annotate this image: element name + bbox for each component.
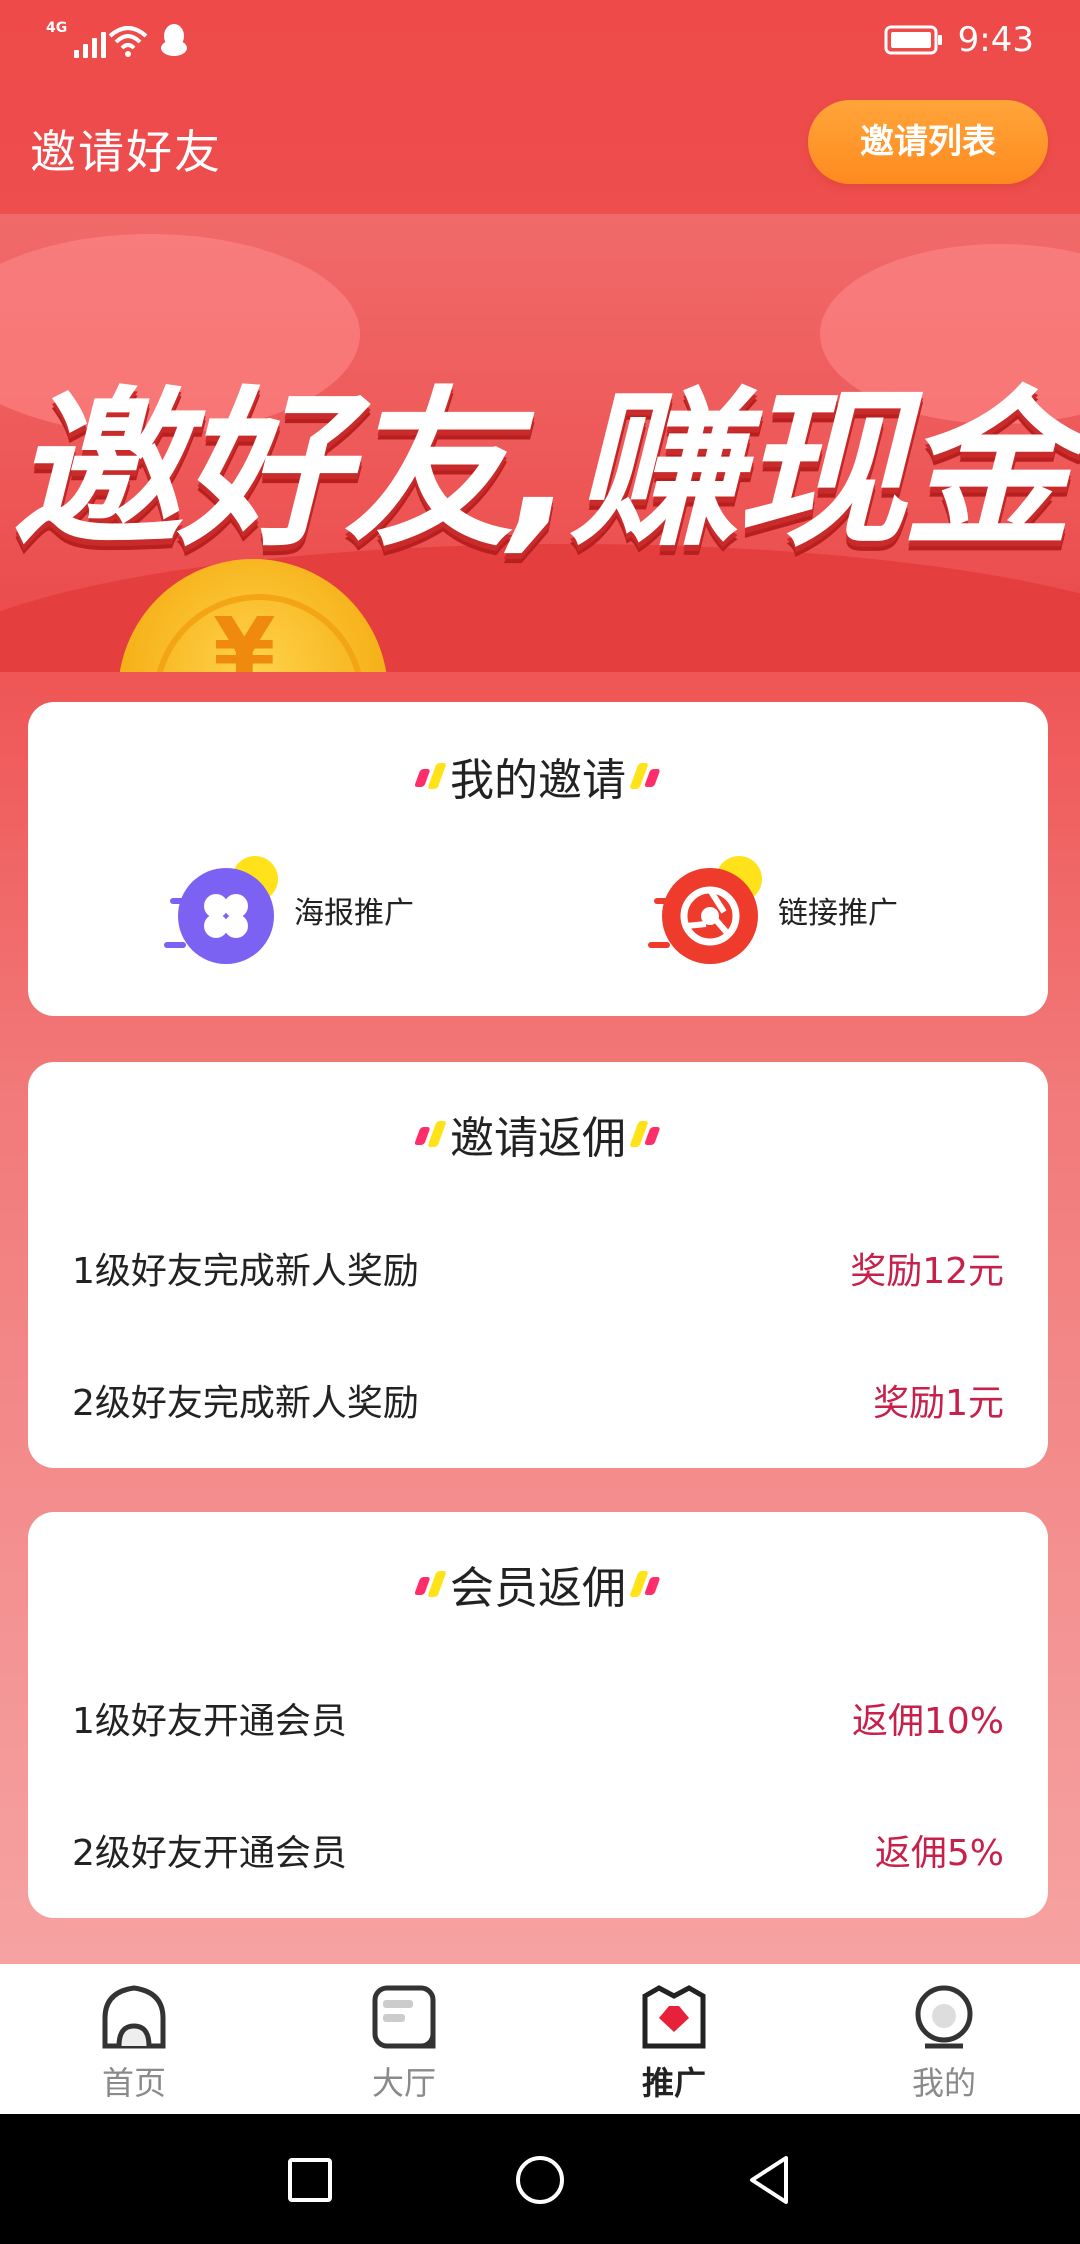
nav-promote-label: 推广 <box>641 2064 706 2102</box>
my-invite-card: 我的邀请 海报推广 链接推广 <box>28 702 1048 1016</box>
wifi-icon <box>108 26 148 57</box>
nav-profile-label: 我的 <box>911 2064 976 2102</box>
member-rebate-row: 2级好友开通会员 返佣5% <box>72 1820 1004 1880</box>
header-bar: 邀请好友 邀请列表 <box>0 86 1080 214</box>
link-promotion-button[interactable]: 链接推广 <box>648 854 898 966</box>
promote-icon <box>642 1985 706 2049</box>
chrome-icon <box>648 854 766 966</box>
nav-promote[interactable]: 推广 <box>574 1982 774 2104</box>
system-nav-bar <box>0 2114 1080 2244</box>
back-button[interactable] <box>740 2150 800 2210</box>
profile-icon <box>915 1985 973 2049</box>
title-deco-right <box>629 763 662 789</box>
promo-banner: ¥ 邀好友,赚现金 <box>0 214 1080 672</box>
rebate-row-label: 1级好友完成新人奖励 <box>72 1251 419 1292</box>
member-rebate-row-label: 2级好友开通会员 <box>72 1833 347 1874</box>
cellular-signal-icon: 4G <box>46 20 106 58</box>
poster-promotion-label: 海报推广 <box>294 896 414 931</box>
invite-list-button[interactable]: 邀请列表 <box>808 100 1048 184</box>
rebate-row-value: 奖励12元 <box>850 1251 1004 1292</box>
qq-penguin-icon <box>161 24 187 56</box>
title-deco-right <box>629 1571 662 1597</box>
status-icons-right: 9:43 <box>884 20 1034 60</box>
nav-profile[interactable]: 我的 <box>844 1982 1044 2104</box>
card-title: 会员返佣 <box>413 1552 661 1616</box>
title-deco-left <box>413 1571 447 1597</box>
member-rebate-card: 会员返佣 1级好友开通会员 返佣10% 2级好友开通会员 返佣5% <box>28 1512 1048 1918</box>
link-promotion-label: 链接推广 <box>778 896 898 931</box>
status-icons-left: 4G <box>46 20 190 58</box>
member-rebate-row-label: 1级好友开通会员 <box>72 1701 347 1742</box>
rebate-row-label: 2级好友完成新人奖励 <box>72 1383 419 1424</box>
rebate-row: 2级好友完成新人奖励 奖励1元 <box>72 1370 1004 1430</box>
recent-apps-button[interactable] <box>280 2150 340 2210</box>
network-type: 4G <box>46 20 68 36</box>
member-rebate-row: 1级好友开通会员 返佣10% <box>72 1688 1004 1748</box>
nav-home[interactable]: 首页 <box>34 1982 234 2104</box>
nav-home-label: 首页 <box>101 2064 166 2102</box>
card-title: 我的邀请 <box>413 744 661 808</box>
title-deco-left <box>413 763 447 789</box>
member-rebate-row-value: 返佣10% <box>851 1701 1004 1742</box>
clock-time: 9:43 <box>957 20 1034 60</box>
member-rebate-row-value: 返佣5% <box>874 1833 1004 1874</box>
clover-icon <box>164 854 282 966</box>
card-title: 邀请返佣 <box>413 1102 661 1166</box>
nav-hall[interactable]: 大厅 <box>304 1982 504 2104</box>
home-button[interactable] <box>510 2150 570 2210</box>
banner-slogan: 邀好友,赚现金 <box>11 372 1073 570</box>
poster-promotion-button[interactable]: 海报推广 <box>164 854 414 966</box>
home-icon <box>102 1985 166 2049</box>
hall-icon <box>372 1985 436 2049</box>
page-title: 邀请好友 <box>30 125 222 179</box>
title-deco-left <box>413 1121 447 1147</box>
rebate-row-value: 奖励1元 <box>873 1383 1004 1424</box>
status-bar: 4G 9:43 <box>0 0 1080 86</box>
nav-hall-label: 大厅 <box>371 2064 436 2102</box>
bottom-nav: 首页 大厅 推广 我的 <box>0 1964 1080 2114</box>
title-deco-right <box>629 1121 662 1147</box>
rebate-row: 1级好友完成新人奖励 奖励12元 <box>72 1238 1004 1298</box>
battery-icon <box>884 25 942 55</box>
invite-rebate-card: 邀请返佣 1级好友完成新人奖励 奖励12元 2级好友完成新人奖励 奖励1元 <box>28 1062 1048 1468</box>
